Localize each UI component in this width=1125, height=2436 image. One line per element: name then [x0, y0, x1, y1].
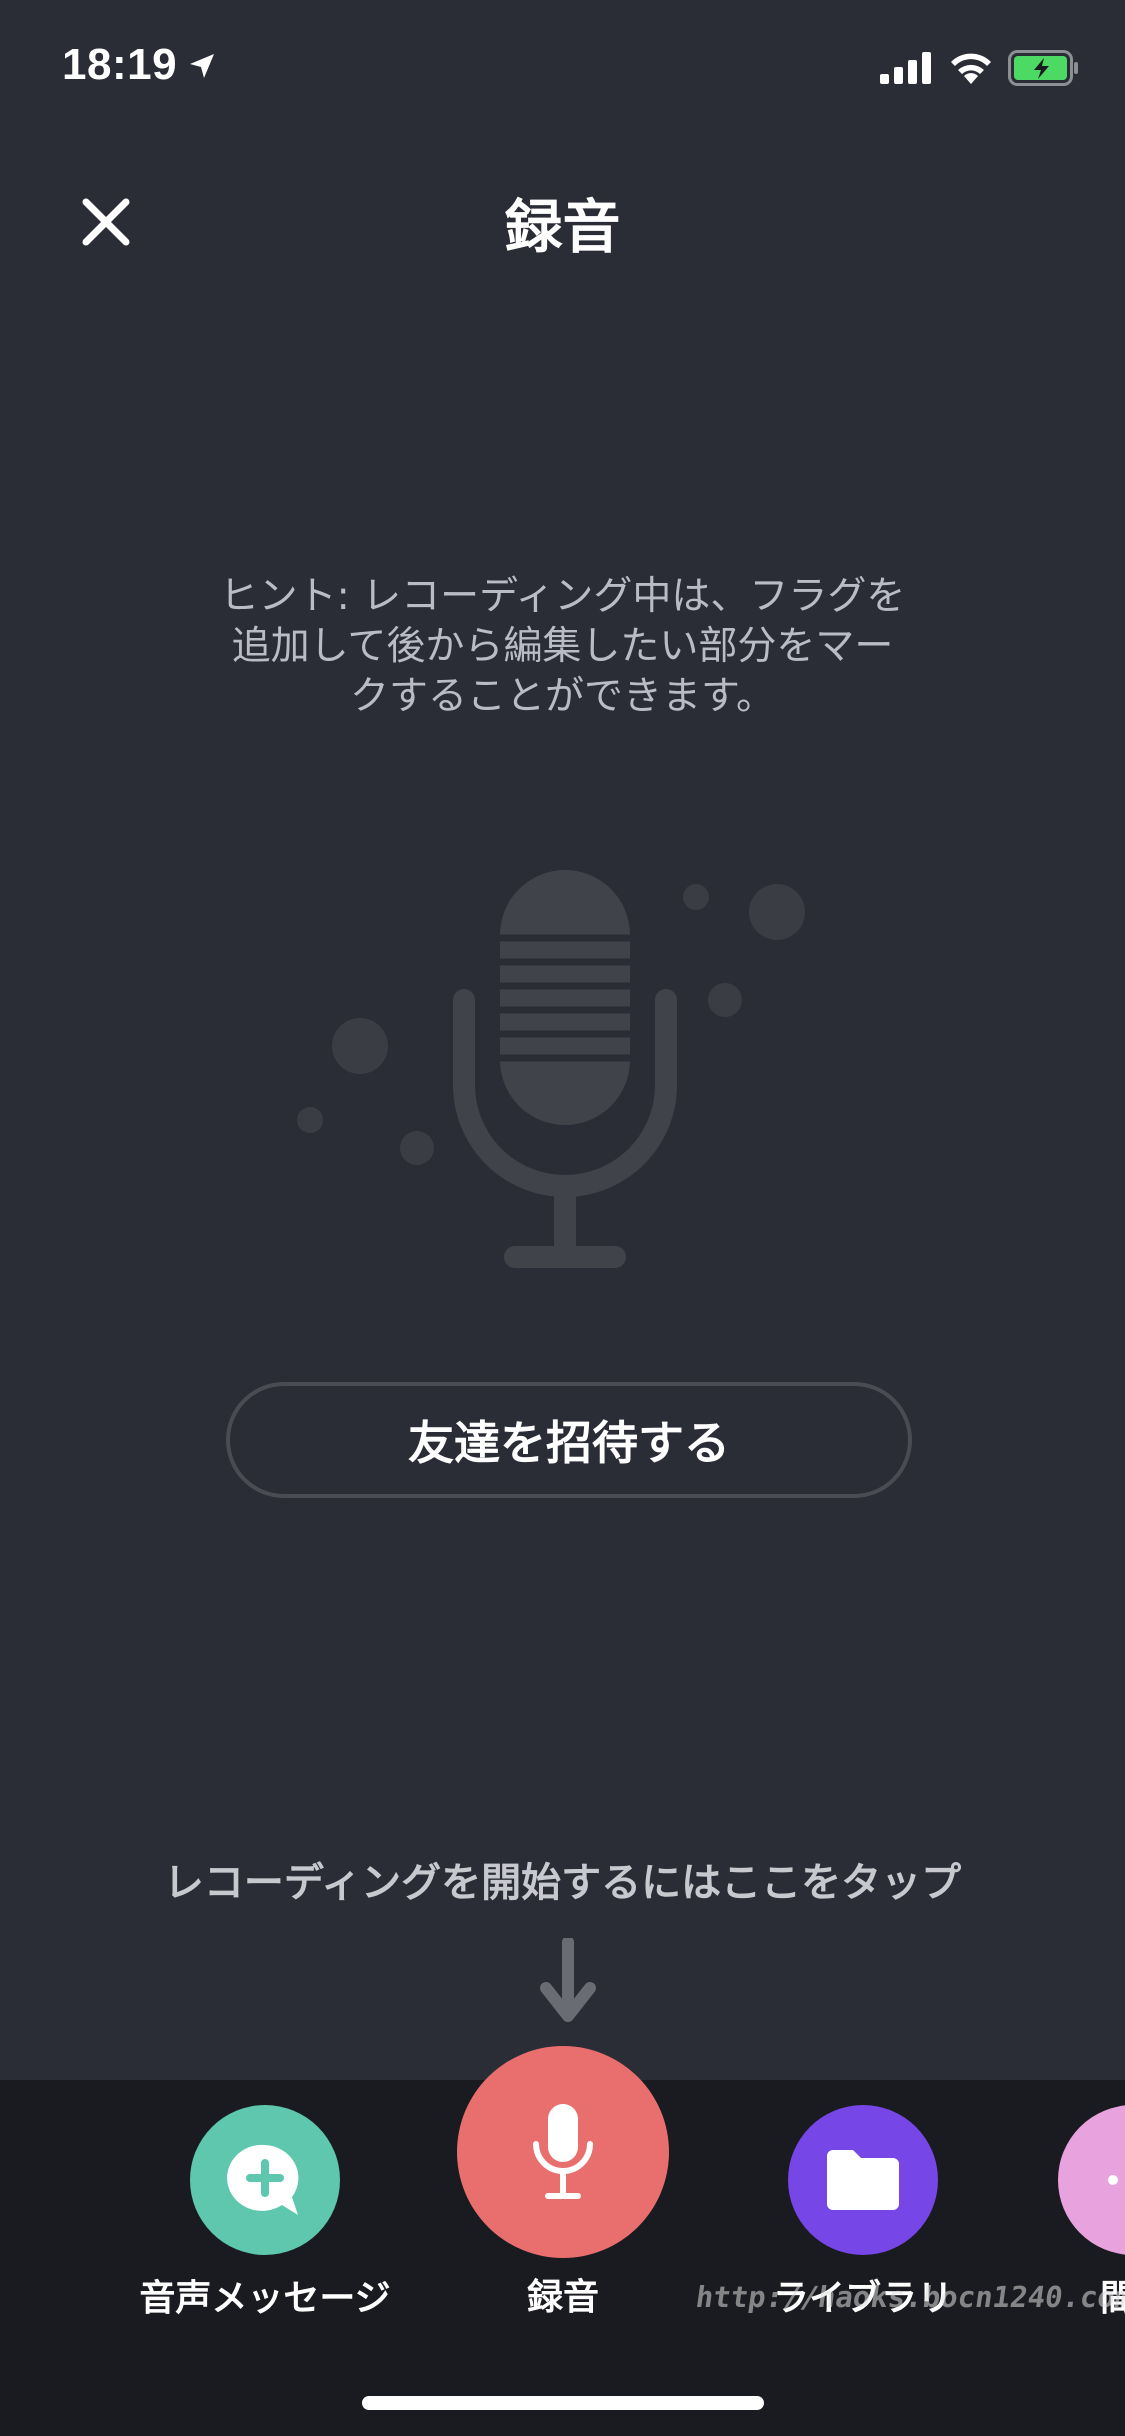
library-button[interactable]: [788, 2105, 938, 2255]
hint-text: ヒント: レコーディング中は、フラグを 追加して後から編集したい部分をマー クす…: [150, 572, 975, 722]
bubble: [683, 884, 709, 910]
voice-message-label: 音声メッセージ: [139, 2278, 391, 2319]
nav-record[interactable]: 録音: [457, 2046, 669, 2320]
voice-message-button[interactable]: [190, 2105, 340, 2255]
microphone-icon: [533, 2104, 593, 2199]
bubble: [749, 884, 805, 940]
bubble: [708, 983, 742, 1017]
page-title: 録音: [504, 193, 621, 261]
folder-icon: [827, 2150, 899, 2210]
home-indicator[interactable]: [362, 2396, 764, 2410]
record-button[interactable]: [457, 2046, 669, 2258]
wifi-icon: [948, 50, 994, 88]
status-time: 18:19: [62, 40, 178, 89]
microphone-illustration: [297, 870, 805, 1268]
chat-plus-icon: [227, 2144, 299, 2215]
nav-voice-message[interactable]: 音声メッセージ: [135, 2105, 395, 2321]
hint-line: クすることができます。: [349, 674, 776, 719]
bubble: [332, 1018, 388, 1074]
tap-to-record-hint: レコーディングを開始するにはここをタップ: [163, 1860, 962, 1906]
more-icon: [1108, 2175, 1118, 2185]
more-button[interactable]: [1058, 2105, 1125, 2255]
bubble: [297, 1107, 323, 1133]
hint-line: 追加して後から編集したい部分をマー: [231, 624, 894, 669]
record-label: 録音: [526, 2277, 599, 2318]
down-arrow-icon: [540, 1938, 596, 2022]
bubble: [400, 1131, 434, 1165]
location-arrow-icon: [188, 52, 216, 84]
hint-line: ヒント: レコーディング中は、フラグを: [219, 574, 906, 619]
watermark: http://haoks.bocn1240.com/: [693, 2280, 1125, 2314]
cellular-signal-icon: [880, 52, 936, 88]
recording-screen: 18:19 録音 ヒント: レコーディング中は、フラグを 追加して後から編集した…: [0, 0, 1125, 2436]
invite-friends-button[interactable]: 友達を招待する: [226, 1382, 912, 1498]
battery-charging-icon: [1008, 50, 1080, 90]
